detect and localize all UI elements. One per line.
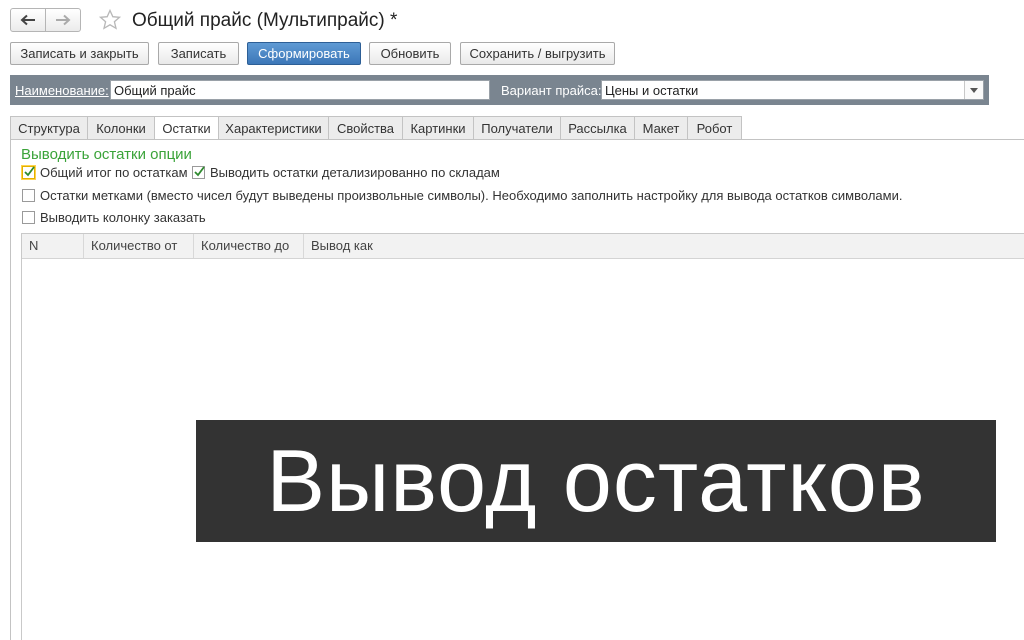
variant-select[interactable]: Цены и остатки (601, 80, 984, 100)
header-panel: Наименование: Общий прайс Вариант прайса… (10, 75, 989, 105)
caption-banner: Вывод остатков (196, 420, 996, 542)
checkmark-icon (194, 166, 205, 177)
variant-value: Цены и остатки (605, 83, 699, 98)
total-by-stock-checkbox[interactable] (22, 166, 35, 179)
column-header-n[interactable]: N (22, 234, 84, 258)
section-title: Выводить остатки опции (21, 146, 192, 163)
tab-pictures[interactable]: Картинки (402, 116, 474, 139)
tab-layout[interactable]: Макет (634, 116, 688, 139)
forward-button[interactable] (45, 8, 81, 32)
tab-mailing[interactable]: Рассылка (560, 116, 635, 139)
detail-by-warehouse-checkbox[interactable] (192, 166, 205, 179)
checkmark-icon (24, 166, 35, 177)
generate-button[interactable]: Сформировать (247, 42, 361, 65)
tab-divider (10, 139, 1024, 140)
table-header: N Количество от Количество до Вывод как (22, 234, 1024, 259)
window-title: Общий прайс (Мультипрайс) * (132, 10, 398, 31)
tab-stock[interactable]: Остатки (154, 116, 219, 140)
refresh-button[interactable]: Обновить (369, 42, 451, 65)
save-and-close-button[interactable]: Записать и закрыть (10, 42, 149, 65)
column-header-qty-to[interactable]: Количество до (194, 234, 304, 258)
tab-robot[interactable]: Робот (687, 116, 742, 139)
tab-columns[interactable]: Колонки (87, 116, 155, 139)
variant-label: Вариант прайса: (501, 83, 602, 98)
column-header-output-as[interactable]: Вывод как (304, 234, 1024, 258)
order-column-checkbox[interactable] (22, 211, 35, 224)
tab-structure[interactable]: Структура (10, 116, 88, 139)
chevron-down-icon (970, 87, 978, 93)
panel-border (10, 139, 11, 640)
arrow-left-icon (20, 14, 35, 26)
dropdown-button[interactable] (964, 81, 983, 99)
stock-marks-checkbox[interactable] (22, 189, 35, 202)
arrow-right-icon (56, 14, 71, 26)
title-bar: Общий прайс (Мультипрайс) * (10, 8, 1010, 34)
column-header-qty-from[interactable]: Количество от (84, 234, 194, 258)
order-column-label: Выводить колонку заказать (40, 210, 206, 225)
total-by-stock-label: Общий итог по остаткам (40, 165, 188, 180)
tab-properties[interactable]: Свойства (328, 116, 403, 139)
save-button[interactable]: Записать (158, 42, 239, 65)
name-label[interactable]: Наименование: (15, 83, 109, 98)
name-input[interactable]: Общий прайс (110, 80, 490, 100)
save-export-button[interactable]: Сохранить / выгрузить (460, 42, 615, 65)
tab-characteristics[interactable]: Характеристики (218, 116, 329, 139)
tab-recipients[interactable]: Получатели (473, 116, 561, 139)
detail-by-warehouse-label: Выводить остатки детализированно по скла… (210, 165, 500, 180)
back-button[interactable] (10, 8, 46, 32)
stock-marks-label: Остатки метками (вместо чисел будут выве… (40, 188, 903, 203)
favorite-star-icon[interactable] (98, 8, 122, 32)
